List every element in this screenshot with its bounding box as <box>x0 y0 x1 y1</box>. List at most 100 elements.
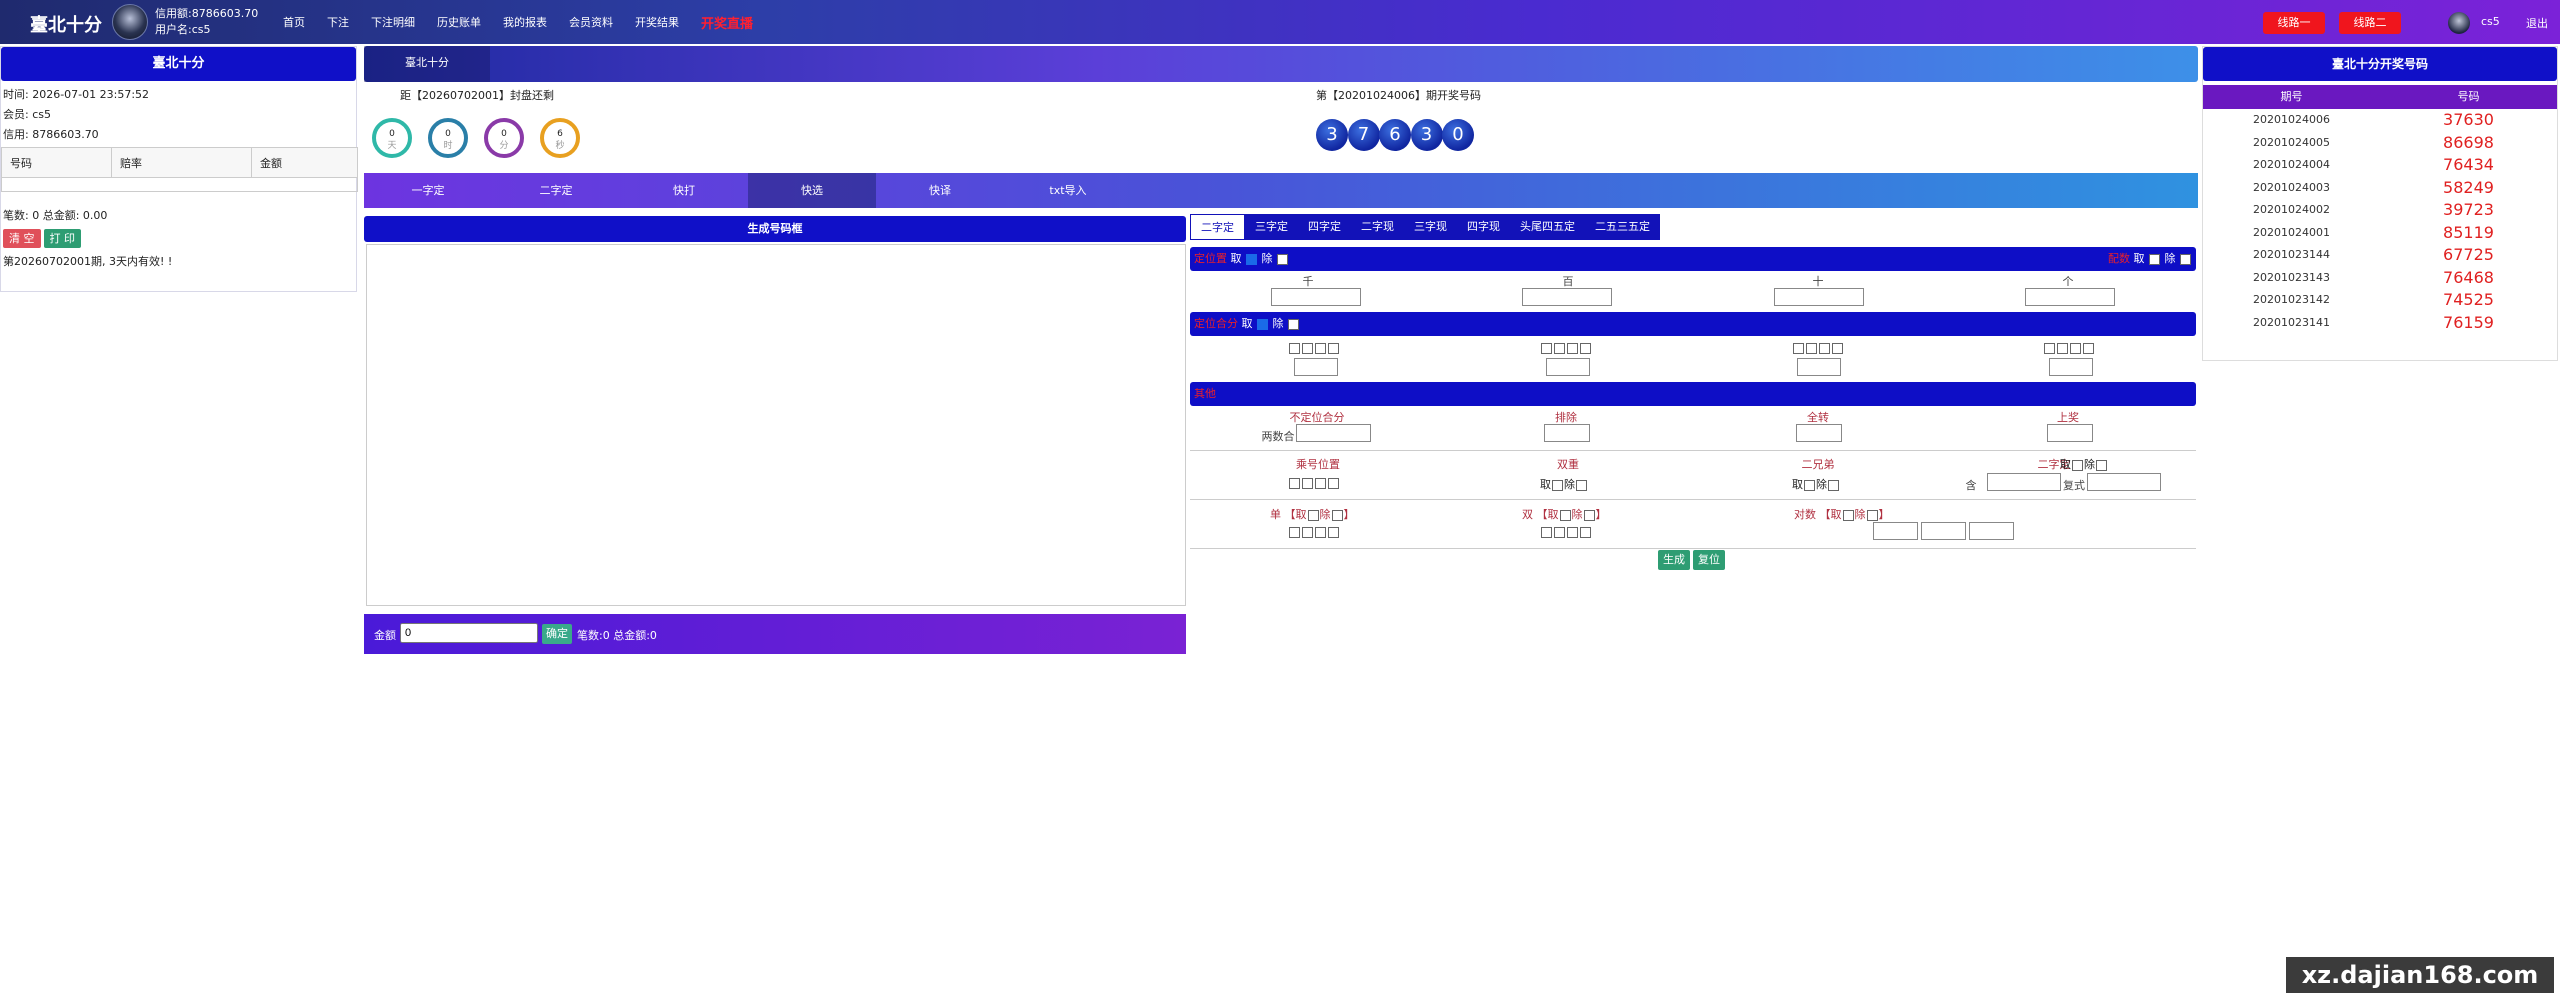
sub-tab[interactable]: 四字定 <box>1298 214 1351 240</box>
full-turn-input[interactable] <box>1796 424 1842 442</box>
print-button[interactable]: 打 印 <box>43 229 81 248</box>
nav-home[interactable]: 首页 <box>283 14 305 30</box>
position-sum-section-bar: 定位合分 取 除 <box>1190 312 2196 336</box>
play-tab[interactable]: 快打 <box>620 173 748 208</box>
sub-tab[interactable]: 三字现 <box>1404 214 1457 240</box>
cb[interactable] <box>1302 527 1313 538</box>
generated-numbers-area[interactable] <box>366 244 1186 606</box>
match-exclude-checkbox[interactable] <box>2180 253 2191 265</box>
cb[interactable] <box>2044 343 2055 354</box>
cb[interactable] <box>1580 527 1591 538</box>
nav-history[interactable]: 历史账单 <box>437 14 481 30</box>
cb[interactable] <box>1302 343 1313 354</box>
units-input[interactable] <box>2025 288 2115 306</box>
sub-tab[interactable]: 二字现 <box>1351 214 1404 240</box>
cb[interactable] <box>2072 459 2083 471</box>
top-prize-input[interactable] <box>2047 424 2093 442</box>
line-one-button[interactable]: 线路一 <box>2263 12 2325 34</box>
cb[interactable] <box>1541 343 1552 354</box>
nav-reports[interactable]: 我的报表 <box>503 14 547 30</box>
pair-input-2[interactable] <box>1921 522 1966 540</box>
amount-input[interactable] <box>400 623 538 643</box>
clear-button[interactable]: 清 空 <box>3 229 41 248</box>
cb[interactable] <box>1559 509 1571 521</box>
sum-input-3[interactable] <box>1797 358 1841 376</box>
exclude-input[interactable] <box>1544 424 1590 442</box>
sum-input-1[interactable] <box>1294 358 1338 376</box>
sub-tab[interactable]: 头尾四五定 <box>1510 214 1585 240</box>
cb[interactable] <box>1315 343 1326 354</box>
compound-input[interactable] <box>2087 473 2161 491</box>
line-two-button[interactable]: 线路二 <box>2339 12 2401 34</box>
nav-results[interactable]: 开奖结果 <box>635 14 679 30</box>
cb[interactable] <box>1793 343 1804 354</box>
nav-profile[interactable]: 会员资料 <box>569 14 613 30</box>
cb[interactable] <box>1828 479 1839 491</box>
generate-button[interactable]: 生成 <box>1658 550 1690 570</box>
cb[interactable] <box>1289 478 1300 489</box>
game-tab[interactable]: 臺北十分 <box>364 46 490 82</box>
cb[interactable] <box>2057 343 2068 354</box>
cb[interactable] <box>1302 478 1313 489</box>
cb[interactable] <box>1554 527 1565 538</box>
cb[interactable] <box>1307 509 1319 521</box>
cb[interactable] <box>1576 479 1587 491</box>
reset-button[interactable]: 复位 <box>1693 550 1725 570</box>
cb[interactable] <box>1806 343 1817 354</box>
cb[interactable] <box>1328 343 1339 354</box>
result-number: 74525 <box>2443 290 2494 309</box>
play-tab[interactable]: 快选 <box>748 173 876 208</box>
sub-tab[interactable]: 二字定 <box>1190 214 1245 240</box>
play-tab[interactable]: 一字定 <box>364 173 492 208</box>
cb[interactable] <box>1819 343 1830 354</box>
tens-input[interactable] <box>1774 288 1864 306</box>
cb[interactable] <box>1567 343 1578 354</box>
cb[interactable] <box>1866 509 1878 521</box>
pair-input-1[interactable] <box>1873 522 1918 540</box>
logout-link[interactable]: 退出 <box>2526 15 2548 31</box>
cb[interactable] <box>1583 509 1595 521</box>
hundreds-input[interactable] <box>1522 288 1612 306</box>
play-tab[interactable]: 快译 <box>876 173 1004 208</box>
confirm-button[interactable]: 确定 <box>542 624 572 644</box>
left-panel: 臺北十分 时间: 2026-07-01 23:57:52 会员: cs5 信用:… <box>0 46 358 292</box>
nav-bet[interactable]: 下注 <box>327 14 349 30</box>
sub-tab[interactable]: 三字定 <box>1245 214 1298 240</box>
cb[interactable] <box>1328 527 1339 538</box>
cb[interactable] <box>1289 343 1300 354</box>
nav-live[interactable]: 开奖直播 <box>701 13 753 32</box>
cb[interactable] <box>2070 343 2081 354</box>
draw-ball: 7 <box>1347 119 1380 151</box>
cb[interactable] <box>1328 478 1339 489</box>
contains-input[interactable] <box>1987 473 2061 491</box>
cb[interactable] <box>1554 343 1565 354</box>
cb[interactable] <box>1541 527 1552 538</box>
sum-exclude-checkbox[interactable] <box>1288 318 1299 330</box>
sum-take-checkbox[interactable] <box>1257 318 1268 330</box>
match-take-checkbox[interactable] <box>2149 253 2160 265</box>
cb[interactable] <box>2096 459 2107 471</box>
nav-bet-details[interactable]: 下注明细 <box>371 14 415 30</box>
cb[interactable] <box>2083 343 2094 354</box>
sub-tab[interactable]: 二五三五定 <box>1585 214 1660 240</box>
cb[interactable] <box>1552 479 1563 491</box>
thousands-input[interactable] <box>1271 288 1361 306</box>
sub-tab[interactable]: 四字现 <box>1457 214 1510 240</box>
play-tab[interactable]: txt导入 <box>1004 173 1132 208</box>
cb[interactable] <box>1842 509 1854 521</box>
cb[interactable] <box>1289 527 1300 538</box>
cb[interactable] <box>1315 527 1326 538</box>
two-sum-input[interactable] <box>1296 424 1371 442</box>
cb[interactable] <box>1567 527 1578 538</box>
cb[interactable] <box>1331 509 1343 521</box>
pair-input-3[interactable] <box>1969 522 2014 540</box>
play-tab[interactable]: 二字定 <box>492 173 620 208</box>
cb[interactable] <box>1315 478 1326 489</box>
cb[interactable] <box>1804 479 1815 491</box>
cb[interactable] <box>1580 343 1591 354</box>
sum-input-4[interactable] <box>2049 358 2093 376</box>
sum-input-2[interactable] <box>1546 358 1590 376</box>
exclude-checkbox[interactable] <box>1277 253 1288 265</box>
cb[interactable] <box>1832 343 1843 354</box>
take-checkbox[interactable] <box>1246 253 1257 265</box>
